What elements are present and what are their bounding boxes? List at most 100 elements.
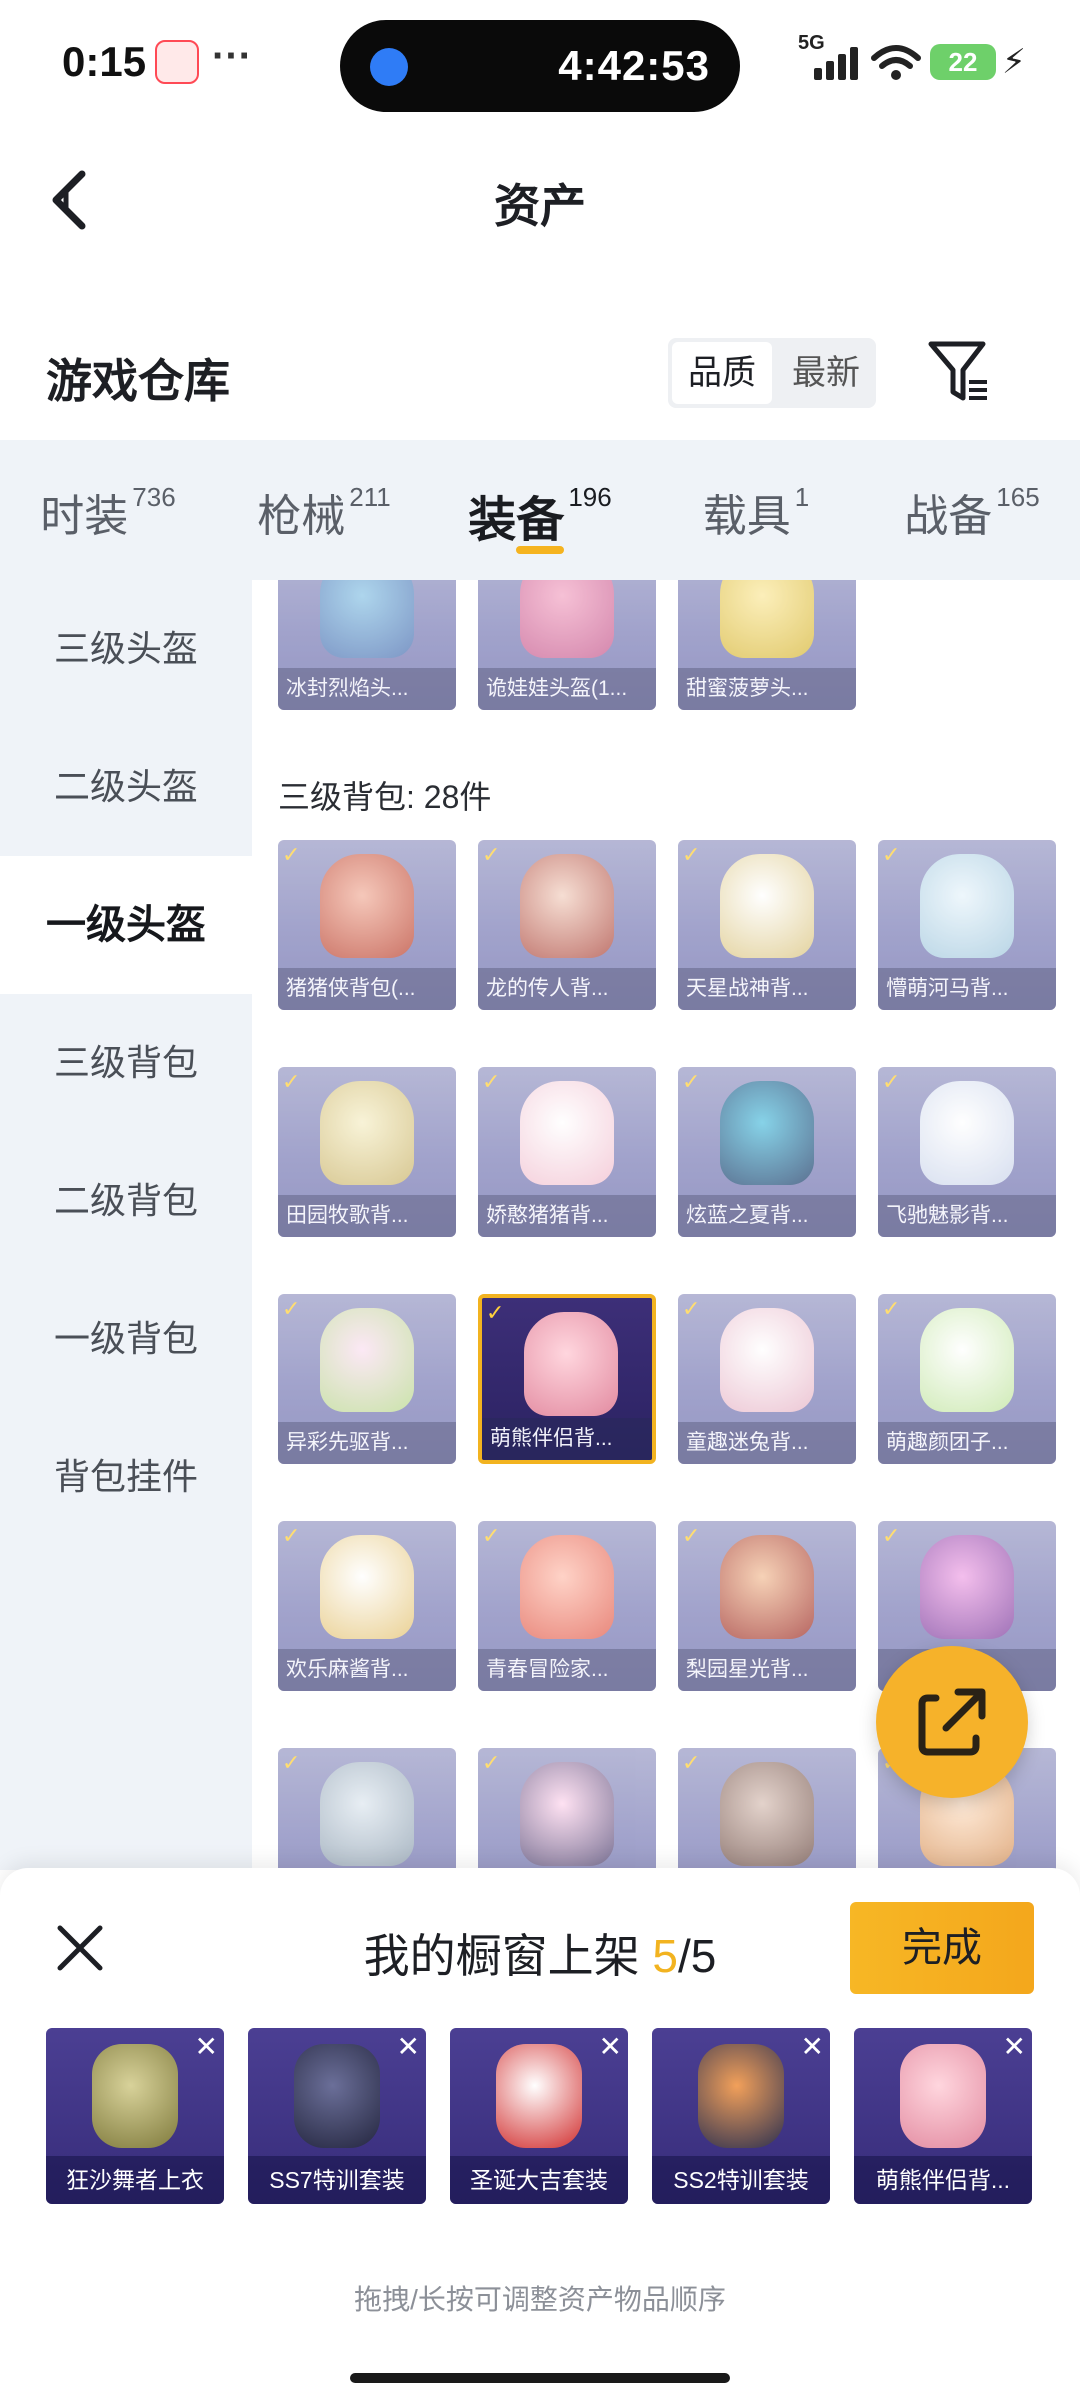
item-image	[320, 1535, 414, 1639]
remove-icon[interactable]: ✕	[801, 2030, 824, 2063]
tab-label: 枪械	[257, 492, 346, 541]
item-card[interactable]: ✓ 懵萌河马背...	[878, 840, 1056, 1010]
share-icon	[918, 1688, 986, 1756]
item-name: 青春冒险家...	[478, 1649, 656, 1691]
remove-icon[interactable]: ✕	[599, 2030, 622, 2063]
item-name: 萌熊伴侣背...	[854, 2156, 1032, 2204]
check-icon: ✓	[682, 1523, 701, 1548]
item-name: 梨园星光背...	[678, 1649, 856, 1691]
check-icon: ✓	[482, 1523, 501, 1548]
tab-guns[interactable]: 枪械 211	[216, 440, 432, 580]
share-button[interactable]	[876, 1646, 1028, 1798]
item-card[interactable]: ✓ 娇憨猪猪背...	[478, 1067, 656, 1237]
sidebar-item-backpack-charm[interactable]: 背包挂件	[0, 1408, 252, 1546]
check-icon: ✓	[682, 842, 701, 867]
item-card[interactable]: ✓ 炫蓝之夏背...	[678, 1067, 856, 1237]
dynamic-island-timer[interactable]: 4:42:53	[340, 20, 740, 112]
item-card[interactable]: ✓ 童趣迷兔背...	[678, 1294, 856, 1464]
item-name: SS7特训套装	[248, 2156, 426, 2204]
item-image	[720, 854, 814, 958]
item-image	[900, 2044, 986, 2148]
remove-icon[interactable]: ✕	[397, 2030, 420, 2063]
item-name: 懵萌河马背...	[878, 968, 1056, 1010]
item-card[interactable]: ✓ 飞驰魅影背...	[878, 1067, 1056, 1237]
sort-toggle: 品质 最新	[668, 338, 876, 408]
shelf-item[interactable]: ✕ SS7特训套装	[248, 2028, 426, 2204]
item-card[interactable]: ✓ 猪猪侠背包(...	[278, 840, 456, 1010]
done-button[interactable]: 完成	[850, 1902, 1034, 1994]
check-icon: ✓	[282, 1523, 301, 1548]
shelf-item[interactable]: ✕ 狂沙舞者上衣	[46, 2028, 224, 2204]
item-card[interactable]: ✓ 欢乐麻酱背...	[278, 1521, 456, 1691]
check-icon: ✓	[482, 1069, 501, 1094]
item-card[interactable]: ✓ 田园牧歌背...	[278, 1067, 456, 1237]
item-name: 萌熊伴侣背...	[482, 1418, 652, 1460]
tab-equipment[interactable]: 装备 196	[432, 440, 648, 580]
sidebar-item-level2-helmet[interactable]: 二级头盔	[0, 718, 252, 856]
group-title: 三级背包: 28件	[278, 779, 492, 815]
remove-icon[interactable]: ✕	[1003, 2030, 1026, 2063]
check-icon: ✓	[282, 842, 301, 867]
item-card[interactable]: ✓ 异彩先驱背...	[278, 1294, 456, 1464]
status-time: 0:15	[62, 38, 147, 85]
item-card[interactable]: 冰封烈焰头...	[278, 580, 456, 710]
tab-count: 736	[132, 482, 176, 512]
showcase-title-text: 我的橱窗上架	[363, 1930, 653, 1982]
charging-icon: ⚡	[1002, 43, 1026, 81]
check-icon: ✓	[882, 1296, 901, 1321]
sidebar-item-level1-helmet[interactable]: 一级头盔	[0, 856, 252, 994]
shelf-item[interactable]: ✕ 萌熊伴侣背...	[854, 2028, 1032, 2204]
item-name: 娇憨猪猪背...	[478, 1195, 656, 1237]
item-image	[294, 2044, 380, 2148]
tab-label: 装备	[468, 494, 565, 547]
item-card[interactable]: ✓ 青春冒险家...	[478, 1521, 656, 1691]
sidebar-item-level2-backpack[interactable]: 二级背包	[0, 1132, 252, 1270]
check-icon: ✓	[482, 1750, 501, 1775]
item-card[interactable]: ✓ 萌趣颜团子...	[878, 1294, 1056, 1464]
check-icon: ✓	[682, 1296, 701, 1321]
sort-quality-button[interactable]: 品质	[672, 342, 772, 404]
item-name: 狂沙舞者上衣	[46, 2156, 224, 2204]
item-card[interactable]: 诡娃娃头盔(1...	[478, 580, 656, 710]
home-indicator[interactable]	[350, 2373, 730, 2383]
item-image	[920, 1081, 1014, 1185]
tab-count: 165	[996, 482, 1040, 512]
item-image	[720, 1762, 814, 1866]
tab-fashion[interactable]: 时装 736	[0, 440, 216, 580]
item-card[interactable]: ✓ 梨园星光背...	[678, 1521, 856, 1691]
check-icon: ✓	[282, 1069, 301, 1094]
shelf-item[interactable]: ✕ 圣诞大吉套装	[450, 2028, 628, 2204]
item-image	[320, 1081, 414, 1185]
item-card[interactable]: 甜蜜菠萝头...	[678, 580, 856, 710]
tab-vehicles[interactable]: 载具 1	[648, 440, 864, 580]
item-card-selected[interactable]: ✓ 萌熊伴侣背...	[478, 1294, 656, 1464]
item-image	[698, 2044, 784, 2148]
item-image	[524, 1312, 618, 1416]
item-card[interactable]: ✓	[478, 1748, 656, 1870]
remove-icon[interactable]: ✕	[195, 2030, 218, 2063]
item-image	[320, 580, 414, 658]
item-image	[320, 1762, 414, 1866]
item-image	[520, 1535, 614, 1639]
item-card[interactable]: ✓	[278, 1748, 456, 1870]
sidebar-item-level3-backpack[interactable]: 三级背包	[0, 994, 252, 1132]
item-card[interactable]: ✓	[678, 1748, 856, 1870]
item-card[interactable]: ✓ 天星战神背...	[678, 840, 856, 1010]
sort-newest-button[interactable]: 最新	[776, 338, 876, 408]
tab-count: 211	[349, 482, 391, 512]
sidebar-item-level1-backpack[interactable]: 一级背包	[0, 1270, 252, 1408]
tab-label: 载具	[702, 492, 791, 541]
tab-gear[interactable]: 战备 165	[864, 440, 1080, 580]
item-name: 欢乐麻酱背...	[278, 1649, 456, 1691]
item-name: 炫蓝之夏背...	[678, 1195, 856, 1237]
item-image	[320, 1308, 414, 1412]
item-image	[920, 854, 1014, 958]
sidebar-item-level3-helmet[interactable]: 三级头盔	[0, 580, 252, 718]
check-icon: ✓	[682, 1750, 701, 1775]
item-name: 童趣迷兔背...	[678, 1422, 856, 1464]
item-image	[92, 2044, 178, 2148]
shelf-item[interactable]: ✕ SS2特训套装	[652, 2028, 830, 2204]
filter-icon[interactable]	[925, 336, 991, 406]
item-card[interactable]: ✓ 龙的传人背...	[478, 840, 656, 1010]
page-title: 资产	[494, 180, 586, 232]
